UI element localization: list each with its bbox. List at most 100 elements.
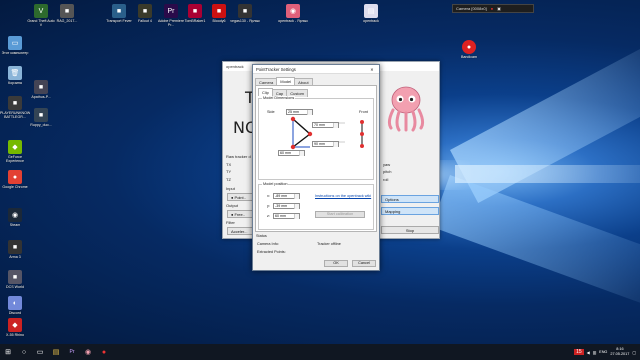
light-beam bbox=[431, 175, 640, 316]
desktop-icon[interactable]: ■ DCS World bbox=[0, 270, 30, 289]
app-icon: ■ bbox=[8, 240, 22, 254]
output-select[interactable]: ● Free.. bbox=[227, 210, 253, 218]
light-beam bbox=[455, 165, 640, 183]
model-dimensions-group: Model Dimensions Side Front 25 mm 70 mm … bbox=[258, 96, 374, 180]
desktop-icon-ruppy[interactable]: ■ Ruppy_duo... bbox=[26, 108, 56, 127]
input-select[interactable]: ● Point.. bbox=[227, 193, 253, 201]
network-icon[interactable]: ▥ bbox=[593, 350, 597, 355]
clock[interactable]: 8:16 27.05.2017 bbox=[610, 347, 629, 356]
side-label: Side bbox=[267, 110, 275, 114]
x-label: x: bbox=[267, 194, 270, 198]
camera-icon[interactable]: ▣ bbox=[497, 6, 501, 11]
extracted-points-label: Extracted Points: bbox=[257, 250, 286, 254]
speaker-icon[interactable]: ◀ bbox=[587, 350, 590, 355]
desktop-icon-label: DCS World bbox=[6, 285, 24, 289]
z-spinbox[interactable]: 60 mm bbox=[273, 213, 300, 219]
desktop: ▭Этот компьютер🗑Корзина■PLAYERUNKNOWN'S … bbox=[0, 0, 640, 344]
z-label: z: bbox=[267, 214, 270, 218]
desktop-icon[interactable]: ■ vegas130 - Ярлык bbox=[230, 4, 260, 23]
octopus-logo bbox=[387, 86, 425, 132]
filter-select[interactable]: Acceler... bbox=[227, 227, 253, 235]
desktop-icon[interactable]: ■ Apathus-P... bbox=[26, 80, 56, 99]
windows-start-icon[interactable]: ⊞ bbox=[0, 344, 16, 360]
desktop-icon[interactable]: ■ RAG_2017... bbox=[52, 4, 82, 23]
app-icon: ■ bbox=[138, 4, 152, 18]
desktop-icon[interactable]: ▤ opentrack bbox=[356, 4, 386, 23]
output-label: Output bbox=[226, 203, 239, 208]
app-icon: ◉ bbox=[286, 4, 300, 18]
pointtracker-dialog: PointTracker Settings ✕ Camera Model Abo… bbox=[252, 64, 380, 271]
opentrack-taskbar-icon[interactable]: ◉ bbox=[80, 344, 96, 360]
desktop-icon-label: Discord bbox=[8, 311, 22, 315]
axis-label: TZ bbox=[226, 177, 231, 182]
model-panel: Clip Cap Custom Model Dimensions Side Fr… bbox=[255, 85, 377, 232]
clip-model-diagram bbox=[290, 116, 364, 150]
desktop-icon-label: Google Chrome bbox=[2, 185, 28, 189]
desktop-icon-label: vegas130 - Ярлык bbox=[230, 19, 260, 23]
desktop-icon-label: RAG_2017... bbox=[56, 19, 78, 23]
tray-counter[interactable]: 15 bbox=[574, 349, 584, 355]
taskbar: ⊞ ○ ▭ ▤ Pr ◉ ● 15 ◀ ▥ ENG 8:16 27.05.201… bbox=[0, 344, 640, 360]
camera-info-value: Tracker offline bbox=[317, 242, 341, 246]
stop-button[interactable]: Stop bbox=[381, 226, 439, 234]
bandicam-taskbar-icon[interactable]: ● bbox=[96, 344, 112, 360]
x-spinbox[interactable]: -89 mm bbox=[273, 193, 300, 199]
desktop-icon-bandicam[interactable]: ● Bandicam bbox=[454, 40, 484, 59]
instructions-link[interactable]: Instructions on the opentrack wiki bbox=[315, 194, 371, 198]
tab-model[interactable]: Model bbox=[276, 77, 296, 85]
dialog-title: PointTracker Settings bbox=[256, 67, 296, 72]
desktop-icon-label: opentrack bbox=[363, 19, 379, 23]
cancel-button[interactable]: Cancel bbox=[352, 260, 376, 267]
language-indicator[interactable]: ENG bbox=[599, 350, 607, 354]
desktop-icon-label: opentrack - Ярлык bbox=[278, 19, 308, 23]
app-icon: V bbox=[34, 4, 48, 18]
app-icon: ■ bbox=[238, 4, 252, 18]
explorer-icon[interactable]: ▤ bbox=[48, 344, 64, 360]
app-icon: ■ bbox=[34, 80, 48, 94]
desktop-icon[interactable]: ■ Arma 3 bbox=[0, 240, 30, 259]
system-tray: 15 ◀ ▥ ENG 8:16 27.05.2017 ▢ bbox=[574, 344, 640, 360]
tab-clip[interactable]: Clip bbox=[258, 88, 273, 96]
desktop-icon[interactable]: ◉ Steam bbox=[0, 208, 30, 227]
app-icon: ■ bbox=[212, 4, 226, 18]
app-icon: ◆ bbox=[8, 318, 22, 332]
search-icon[interactable]: ○ bbox=[16, 344, 32, 360]
camera-overlay: Camera [0008x0] ● ▣ bbox=[452, 4, 534, 13]
y-spinbox[interactable]: -39 mm bbox=[273, 203, 300, 209]
axis-label: yaw bbox=[383, 162, 391, 167]
app-icon: Pr bbox=[164, 4, 178, 18]
bandicam-icon: ● bbox=[462, 40, 476, 54]
options-button[interactable]: Options bbox=[381, 195, 439, 203]
desktop-icon-label: Этот компьютер bbox=[1, 51, 29, 55]
app-icon: ■ bbox=[112, 4, 126, 18]
camera-info-label: Camera Info: bbox=[257, 242, 279, 246]
app-icon: 🗑 bbox=[8, 66, 22, 80]
mapping-button[interactable]: Mapping bbox=[381, 207, 439, 215]
desktop-icon[interactable]: ◆ GeForce Experience bbox=[0, 140, 30, 164]
app-icon: ■ bbox=[188, 4, 202, 18]
close-icon[interactable]: ✕ bbox=[368, 67, 376, 72]
axis-label: roll bbox=[383, 177, 389, 182]
ok-button[interactable]: OK bbox=[324, 260, 348, 267]
task-view-icon[interactable]: ▭ bbox=[32, 344, 48, 360]
axis-label: pitch bbox=[383, 169, 392, 174]
desktop-icon[interactable]: ◉ opentrack - Ярлык bbox=[278, 4, 308, 23]
desktop-icon[interactable]: ◆ X-55 Rhino bbox=[0, 318, 30, 337]
desktop-icon-label: Steam bbox=[9, 223, 21, 227]
record-icon[interactable]: ● bbox=[491, 6, 493, 11]
premiere-icon[interactable]: Pr bbox=[64, 344, 80, 360]
desktop-icon[interactable]: ◐ Discord bbox=[0, 296, 30, 315]
app-icon: ◐ bbox=[8, 296, 22, 310]
start-calibration-button[interactable]: Start calibration bbox=[315, 211, 365, 218]
app-icon: ◆ bbox=[8, 140, 22, 154]
desktop-icon[interactable]: ▭ Этот компьютер bbox=[0, 36, 30, 55]
app-icon: ● bbox=[8, 170, 22, 184]
file-icon: ■ bbox=[34, 108, 48, 122]
input-label: Input bbox=[226, 186, 235, 191]
app-icon: ■ bbox=[60, 4, 74, 18]
desktop-icon[interactable]: ● Google Chrome bbox=[0, 170, 30, 189]
clock-date: 27.05.2017 bbox=[610, 352, 630, 356]
notifications-icon[interactable]: ▢ bbox=[632, 350, 636, 355]
tracker-label: Raw tracker d bbox=[226, 154, 251, 159]
app-icon: ◉ bbox=[8, 208, 22, 222]
